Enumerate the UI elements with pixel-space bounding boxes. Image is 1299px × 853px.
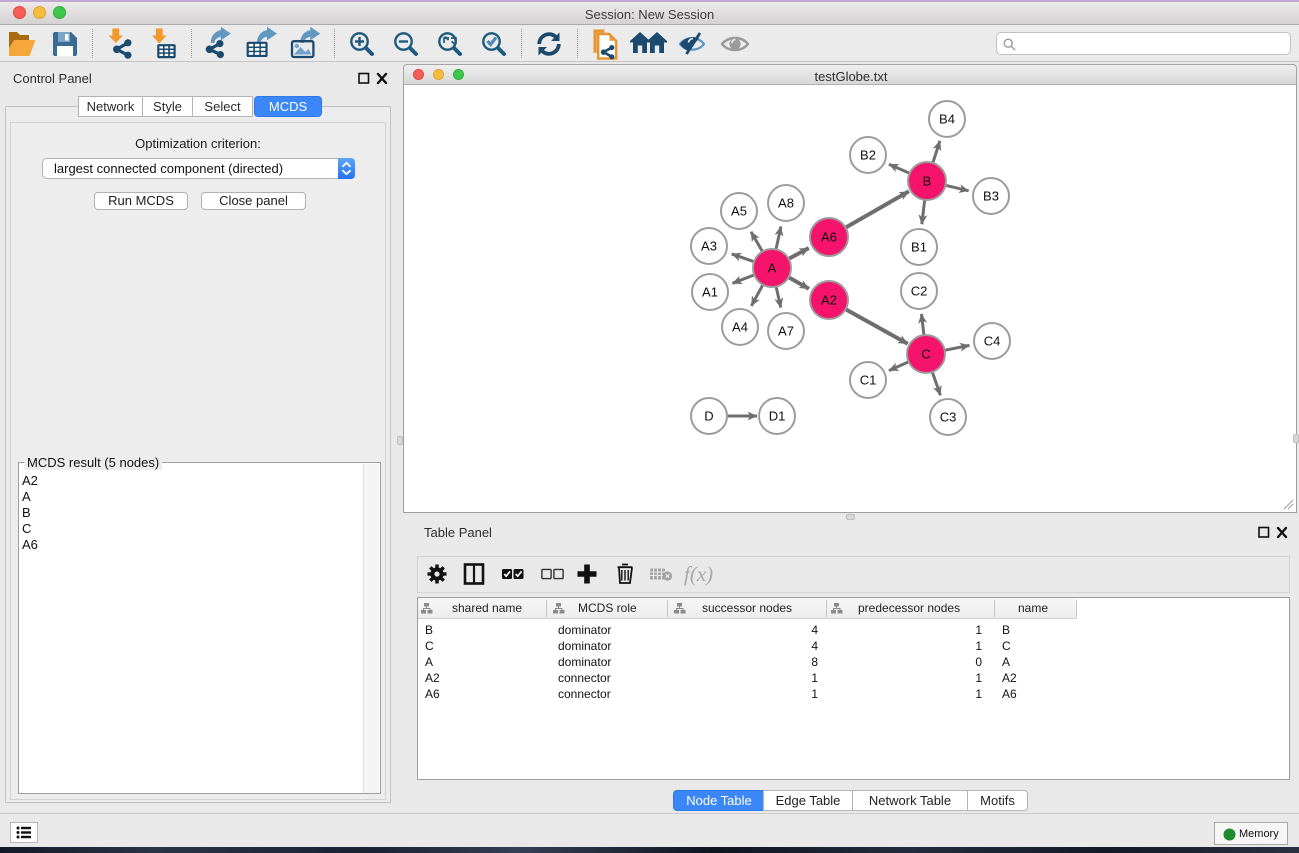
svg-text:A: A	[768, 261, 777, 276]
svg-text:C2: C2	[911, 284, 928, 299]
svg-text:A7: A7	[778, 324, 794, 339]
svg-text:C3: C3	[940, 410, 957, 425]
svg-text:B4: B4	[939, 112, 955, 127]
svg-text:f(x): f(x)	[684, 562, 713, 586]
svg-text:A4: A4	[732, 320, 748, 335]
svg-text:A8: A8	[778, 196, 794, 211]
svg-text:B1: B1	[911, 240, 927, 255]
svg-text:D1: D1	[769, 409, 786, 424]
svg-text:A6: A6	[821, 230, 837, 245]
svg-text:C: C	[921, 347, 930, 362]
svg-text:B2: B2	[860, 148, 876, 163]
svg-text:A2: A2	[821, 293, 837, 308]
svg-text:C4: C4	[984, 334, 1001, 349]
svg-text:A5: A5	[731, 204, 747, 219]
svg-text:B3: B3	[983, 189, 999, 204]
svg-text:A1: A1	[702, 285, 718, 300]
svg-text:B: B	[923, 174, 932, 189]
svg-text:C1: C1	[860, 373, 877, 388]
svg-text:A3: A3	[701, 239, 717, 254]
svg-text:D: D	[704, 409, 713, 424]
